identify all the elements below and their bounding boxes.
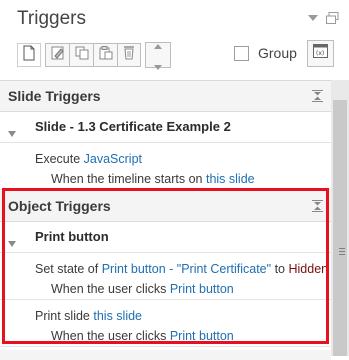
trigger-toolbar — [17, 40, 171, 70]
action-target-link[interactable]: Print button - "Print Certificate" — [102, 262, 271, 276]
collapse-icon[interactable] — [312, 199, 323, 217]
reorder-buttons[interactable] — [145, 42, 171, 70]
state-value-link[interactable]: Hidden — [288, 262, 328, 276]
copy-icon — [75, 46, 89, 65]
header-controls — [308, 12, 339, 24]
scroll-thumb[interactable] — [333, 100, 347, 356]
condition-prefix: When the — [51, 282, 105, 296]
expand-triangle-icon[interactable] — [8, 234, 16, 252]
event-text: user clicks — [108, 282, 167, 296]
variables-icon: (x) — [313, 44, 328, 63]
action-mid: to — [274, 262, 285, 276]
move-down-icon[interactable] — [154, 57, 162, 75]
action-target-link[interactable]: this slide — [93, 309, 142, 323]
action-text: Print slide — [35, 309, 90, 323]
dropdown-arrow-icon[interactable] — [308, 14, 318, 22]
edit-buttons-group — [45, 43, 145, 67]
triggers-list: Slide Triggers Slide - 1.3 Certificate E… — [0, 80, 331, 357]
object-label: Print button — [35, 229, 109, 244]
undock-icon[interactable] — [326, 12, 339, 24]
condition-prefix: When the — [51, 329, 105, 343]
object-link[interactable]: this slide — [206, 172, 255, 186]
trigger-condition: When the user clicks Print button — [51, 329, 234, 343]
group-checkbox[interactable] — [234, 45, 249, 61]
copy-button[interactable] — [69, 43, 93, 67]
vertical-scrollbar[interactable] — [331, 80, 349, 356]
edit-icon — [51, 46, 65, 65]
trigger-condition: When the user clicks Print button — [51, 282, 234, 296]
panel-header: Triggers Group (x) — [0, 0, 349, 80]
condition-prefix: When the — [51, 172, 105, 186]
trigger-action: Execute JavaScript — [35, 152, 142, 166]
event-text: user clicks — [108, 329, 167, 343]
triggers-panel: Triggers Group (x) Slide Triggers Slide … — [0, 0, 349, 360]
delete-button[interactable] — [117, 43, 141, 67]
action-text: Execute — [35, 152, 81, 166]
section-title: Slide Triggers — [8, 88, 101, 104]
new-document-icon — [22, 45, 36, 66]
section-title: Object Triggers — [8, 198, 111, 214]
expand-triangle-icon[interactable] — [8, 124, 16, 142]
object-link[interactable]: Print button — [170, 329, 234, 343]
action-target-link[interactable]: JavaScript — [84, 152, 142, 166]
variables-button[interactable]: (x) — [307, 40, 334, 67]
event-text: timeline starts — [108, 172, 186, 186]
group-option: Group — [234, 45, 297, 61]
group-label: Group — [258, 45, 297, 61]
svg-text:(x): (x) — [316, 50, 324, 57]
slide-row[interactable]: Slide - 1.3 Certificate Example 2 — [0, 112, 331, 143]
trigger-action: Set state of Print button - "Print Certi… — [35, 262, 328, 276]
scroll-grip-icon — [339, 248, 345, 258]
section-object-triggers[interactable]: Object Triggers — [0, 191, 331, 222]
edit-trigger-button[interactable] — [45, 43, 69, 67]
trigger-action: Print slide this slide — [35, 309, 142, 323]
object-link[interactable]: Print button — [170, 282, 234, 296]
slide-label: Slide - 1.3 Certificate Example 2 — [35, 119, 231, 134]
next-section-header — [0, 350, 331, 360]
collapse-icon[interactable] — [312, 89, 323, 107]
action-text: Set state of — [35, 262, 99, 276]
move-up-icon[interactable] — [154, 36, 162, 54]
section-slide-triggers[interactable]: Slide Triggers — [0, 81, 331, 112]
panel-title: Triggers — [17, 8, 86, 29]
trigger-item[interactable]: Set state of Print button - "Print Certi… — [0, 253, 331, 300]
trash-icon — [122, 45, 136, 65]
trigger-condition: When the timeline starts on this slide — [51, 172, 255, 186]
trigger-item[interactable]: Print slide this slide When the user cli… — [0, 300, 331, 347]
paste-icon — [99, 45, 113, 65]
paste-button[interactable] — [93, 43, 117, 67]
object-row[interactable]: Print button — [0, 222, 331, 253]
new-trigger-button[interactable] — [17, 43, 41, 67]
trigger-item[interactable]: Execute JavaScript When the timeline sta… — [0, 143, 331, 190]
condition-mid: on — [188, 172, 203, 186]
